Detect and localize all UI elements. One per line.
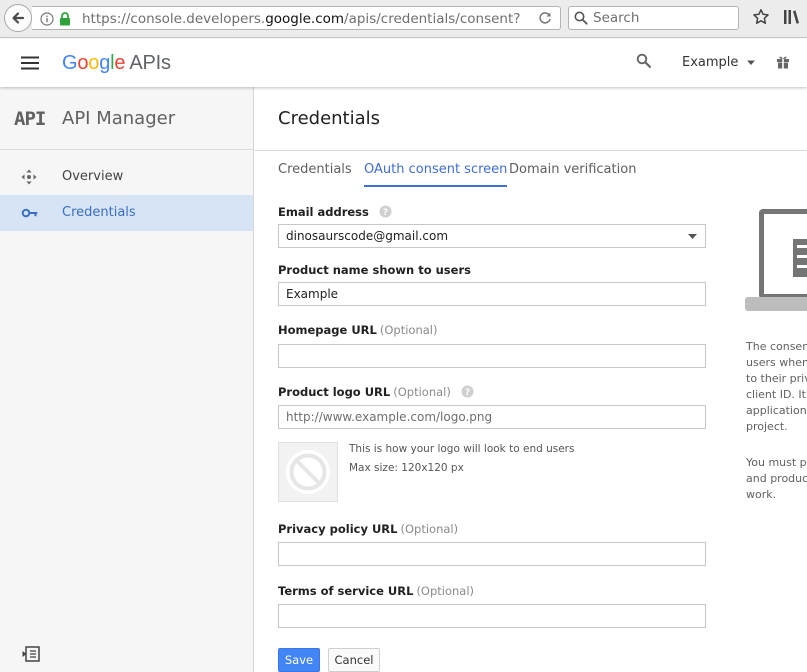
terms-of-service-url-label: Terms of service URL (Optional) <box>278 583 474 599</box>
dropdown-arrow-icon <box>688 234 697 239</box>
side-description-line: You must p <box>746 456 807 469</box>
page-title: Credentials <box>278 108 381 129</box>
svg-text:?: ? <box>383 208 388 218</box>
project-selector[interactable]: Example <box>682 53 756 73</box>
side-description-line: client ID. It <box>746 388 806 401</box>
arrow-left-icon <box>12 12 25 24</box>
svg-text:?: ? <box>465 388 470 398</box>
library-icon[interactable] <box>782 8 800 26</box>
sidebar-item-credentials[interactable]: Credentials <box>0 195 253 231</box>
search-icon[interactable] <box>636 53 652 69</box>
logo-preview <box>278 442 338 502</box>
sidebar-item-label: Credentials <box>62 205 136 220</box>
optional-tag: (Optional) <box>400 522 459 536</box>
tab-domain-verification[interactable]: Domain verification <box>509 151 636 187</box>
tab-oauth-consent-screen[interactable]: OAuth consent screen <box>364 151 508 187</box>
terms-of-service-url-input[interactable] <box>278 604 706 628</box>
sidebar: API API Manager Overview Credentials <box>0 87 254 672</box>
main-content: Credentials Credentials OAuth consent sc… <box>255 87 807 672</box>
product-name-label: Product name shown to users <box>278 263 471 277</box>
logo-max-size-text: Max size: 120x120 px <box>349 462 464 474</box>
save-button[interactable]: Save <box>278 648 320 672</box>
url-bar[interactable]: https://console.developers.google.com/ap… <box>32 6 561 30</box>
privacy-policy-url-input[interactable] <box>278 542 706 566</box>
search-icon <box>574 11 588 25</box>
homepage-url-label-text: Homepage URL <box>278 323 377 337</box>
collapse-sidebar-icon[interactable] <box>22 646 40 662</box>
google-apis-logo[interactable]: Google APIs <box>62 51 171 75</box>
chevron-down-icon <box>747 60 756 65</box>
email-select-value: dinosaurscode@gmail.com <box>286 229 449 243</box>
homepage-url-input[interactable] <box>278 344 706 368</box>
sidebar-item-label: Overview <box>62 169 124 184</box>
sidebar-item-overview[interactable]: Overview <box>0 159 253 195</box>
sidebar-header: API API Manager <box>0 87 253 150</box>
move-icon <box>21 169 37 185</box>
optional-tag: (Optional) <box>416 584 475 598</box>
no-image-icon <box>286 450 330 494</box>
cancel-button[interactable]: Cancel <box>328 648 380 672</box>
privacy-policy-url-label: Privacy policy URL (Optional) <box>278 521 458 537</box>
tab-credentials[interactable]: Credentials <box>278 151 352 187</box>
help-icon[interactable]: ? <box>461 385 474 398</box>
laptop-illustration <box>745 209 807 311</box>
api-manager-logo: API <box>14 108 46 130</box>
product-logo-url-input[interactable] <box>278 405 706 429</box>
product-name-input[interactable] <box>278 282 706 306</box>
side-description-line: application <box>746 404 807 417</box>
app-header: Google APIs Example <box>0 39 807 87</box>
side-description-line: users when <box>746 356 807 369</box>
help-icon[interactable]: ? <box>379 205 392 218</box>
hamburger-menu-icon[interactable] <box>20 55 40 71</box>
reload-icon[interactable] <box>538 11 552 25</box>
email-label: Email address ? <box>278 204 392 220</box>
info-icon[interactable] <box>40 12 54 26</box>
browser-search-input[interactable] <box>593 9 733 27</box>
optional-tag: (Optional) <box>393 385 451 399</box>
homepage-url-label: Homepage URL (Optional) <box>278 322 437 338</box>
side-description-line: The consen <box>746 340 807 353</box>
side-description-line: to their priv <box>746 372 807 385</box>
lock-icon <box>60 12 70 26</box>
optional-tag: (Optional) <box>379 323 438 337</box>
terms-of-service-url-label-text: Terms of service URL <box>278 584 414 598</box>
product-logo-url-label-text: Product logo URL <box>278 385 391 399</box>
sidebar-title[interactable]: API Manager <box>62 107 175 131</box>
email-label-text: Email address <box>278 205 369 219</box>
side-description-line: work. <box>746 488 777 501</box>
browser-search-box[interactable] <box>568 6 739 30</box>
back-button[interactable] <box>4 4 32 32</box>
gift-icon[interactable] <box>776 55 790 69</box>
product-logo-url-label: Product logo URL (Optional) ? <box>278 384 474 400</box>
bookmark-star-icon[interactable] <box>752 8 770 26</box>
project-name: Example <box>682 55 739 70</box>
side-description-line: project. <box>746 420 788 433</box>
side-description-line: and produc <box>746 472 807 485</box>
google-wordmark: Google <box>62 52 126 74</box>
apis-wordmark: APIs <box>129 52 171 74</box>
key-icon <box>21 208 38 218</box>
url-text[interactable]: https://console.developers.google.com/ap… <box>82 11 534 28</box>
browser-toolbar: https://console.developers.google.com/ap… <box>0 0 807 38</box>
logo-hint-text: This is how your logo will look to end u… <box>349 443 575 455</box>
email-select[interactable]: dinosaurscode@gmail.com <box>278 224 706 248</box>
privacy-policy-url-label-text: Privacy policy URL <box>278 522 398 536</box>
